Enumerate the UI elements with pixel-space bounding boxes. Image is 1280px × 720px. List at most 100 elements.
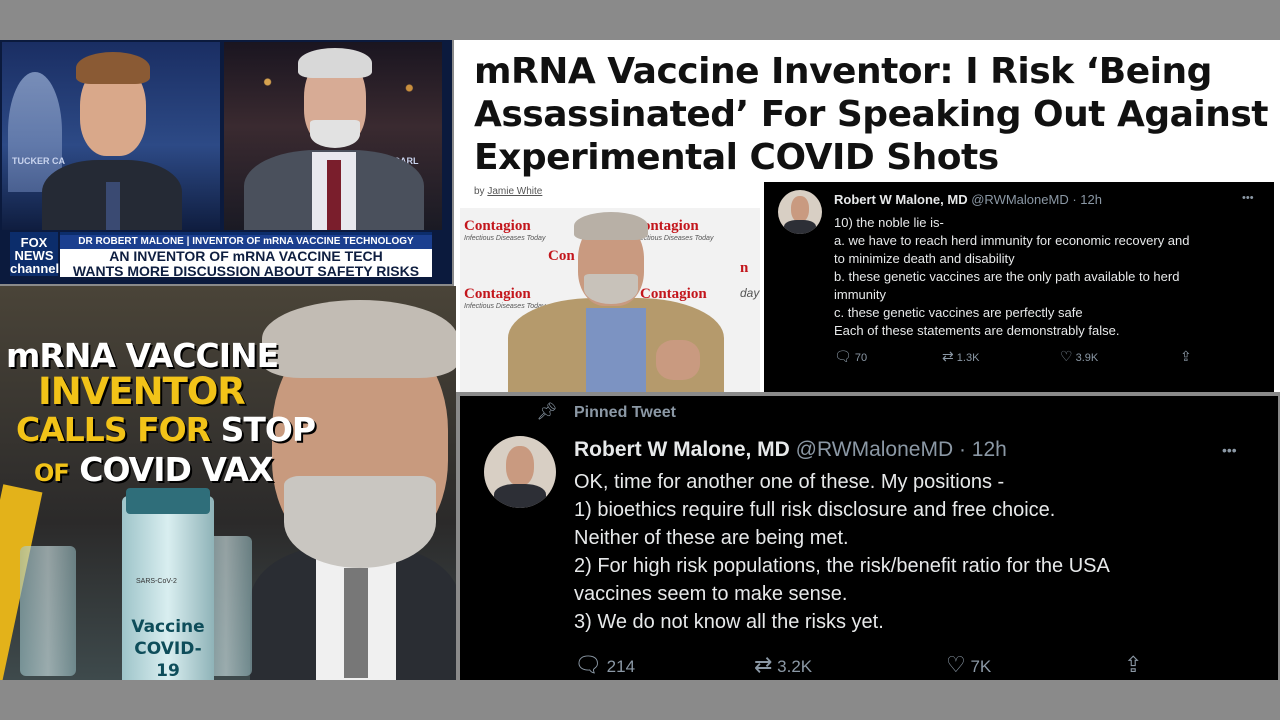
- avatar-body: [784, 220, 816, 234]
- lower-third-line-2: WANTS MORE DISCUSSION ABOUT SAFETY RISKS: [72, 263, 420, 279]
- tweet-large: 📌︎ Pinned Tweet Robert W Malone, MD @RWM…: [460, 396, 1278, 680]
- tweet-large-line: vaccines seem to make sense.: [574, 583, 848, 605]
- tweet-large-line: 1) bioethics require full risk disclosur…: [574, 499, 1056, 521]
- reply-count: 70: [854, 352, 868, 364]
- contagion-subtitle: Infectious Diseases Today: [464, 235, 546, 242]
- article-headline: mRNA Vaccine Inventor: I Risk ‘Being Ass…: [474, 50, 1280, 179]
- tweet-small-line: to minimize death and disability: [834, 251, 1015, 266]
- byline: by Jamie White: [474, 186, 542, 197]
- retweet-button[interactable]: ⇄ 3.2K: [754, 652, 812, 678]
- man-beard: [284, 476, 436, 568]
- avatar-face: [506, 446, 534, 486]
- headline-line-3: Experimental COVID Shots: [474, 137, 999, 178]
- like-icon: ♡: [946, 652, 966, 677]
- pin-icon: 📌︎: [536, 402, 558, 421]
- retweet-count: 1.3K: [956, 352, 980, 364]
- speaker-hand: [656, 340, 700, 380]
- avatar-body: [494, 484, 546, 508]
- tweet-small-author[interactable]: Robert W Malone, MD: [834, 192, 968, 207]
- tweet-large-line: 3) We do not know all the risks yet.: [574, 611, 884, 633]
- retweet-icon: ⇄: [754, 652, 773, 677]
- retweet-icon: ⇄: [942, 348, 954, 364]
- contagion-logo-1: Contagion Infectious Diseases Today: [464, 218, 545, 242]
- background-text: TUCKER CA: [12, 156, 65, 166]
- tweet-large-header: Robert W Malone, MD @RWMaloneMD · 12h: [574, 438, 1007, 462]
- like-button[interactable]: ♡ 3.9K: [1060, 348, 1098, 365]
- contagion-brand: Contagion: [464, 218, 531, 234]
- vial-bg-1: [20, 546, 76, 676]
- tweet-small-line: c. these genetic vaccines are perfectly …: [834, 305, 1083, 320]
- guest-hair: [298, 48, 372, 78]
- tweet-small-body: 10) the noble lie is- a. we have to reac…: [834, 214, 1264, 340]
- poster-line-3a: CALLS FOR: [16, 410, 211, 449]
- share-icon: ⇪: [1124, 652, 1143, 677]
- like-icon: ♡: [1060, 348, 1073, 364]
- vial-label-line-1: Vaccine: [131, 617, 205, 637]
- fox-news-logo-text: FOX NEWS channel: [10, 235, 60, 276]
- byline-prefix: by: [474, 186, 485, 197]
- vial-label-line-2: COVID-19: [134, 639, 202, 680]
- tweet-small-handle[interactable]: @RWMaloneMD: [971, 192, 1068, 207]
- headline-line-2: Assassinated’ For Speaking Out Against: [474, 94, 1269, 135]
- contagion-brand: Contagion: [464, 286, 531, 302]
- byline-author-link[interactable]: Jamie White: [487, 186, 542, 197]
- host-video-frame: TUCKER CA: [2, 42, 220, 230]
- retweet-count: 3.2K: [777, 657, 813, 676]
- tweet-large-line: OK, time for another one of these. My po…: [574, 471, 1005, 493]
- share-button[interactable]: ⇪: [1180, 348, 1192, 365]
- reply-button[interactable]: 🗨︎ 214: [574, 652, 635, 678]
- speaker-shirt: [586, 308, 646, 392]
- vial-label: Vaccine COVID-19: [126, 616, 210, 680]
- tweet-large-author[interactable]: Robert W Malone, MD: [574, 438, 790, 461]
- tweet-large-body: OK, time for another one of these. My po…: [574, 468, 1264, 636]
- like-button[interactable]: ♡ 7K: [946, 652, 991, 678]
- avatar-face: [791, 196, 809, 222]
- speaker-beard: [584, 274, 638, 304]
- tweet-small-time[interactable]: · 12h: [1072, 192, 1102, 207]
- host-hair: [76, 52, 150, 84]
- tweet-small-line: Each of these statements are demonstrabl…: [834, 323, 1120, 338]
- like-count: 3.9K: [1075, 352, 1099, 364]
- poster-line-3b: STOP: [220, 410, 317, 449]
- tweet-small-line: 10) the noble lie is-: [834, 215, 944, 230]
- share-button[interactable]: ⇪: [1124, 652, 1142, 678]
- reply-count: 214: [606, 657, 636, 676]
- tweet-large-avatar[interactable]: [484, 436, 556, 508]
- contagion-panel: Contagion Infectious Diseases Today Con …: [460, 208, 760, 392]
- tweet-large-line: Neither of these are being met.: [574, 527, 849, 549]
- pinned-label: Pinned Tweet: [574, 404, 676, 421]
- lower-third: DR ROBERT MALONE | INVENTOR OF mRNA VACC…: [60, 232, 432, 279]
- tweet-large-handle[interactable]: @RWMaloneMD: [796, 438, 953, 461]
- share-icon: ⇪: [1180, 348, 1192, 364]
- poster-line-4: OF COVID VAX: [34, 450, 274, 489]
- vial-main: SARS-CoV-2 Vaccine COVID-19: [122, 488, 214, 680]
- guest-video-frame: KER CARL: [224, 42, 442, 230]
- tweet-small-line: a. we have to reach herd immunity for ec…: [834, 233, 1190, 248]
- tweet-small-line: immunity: [834, 287, 887, 302]
- poster-line-4b: COVID VAX: [79, 450, 273, 489]
- man-tie: [344, 568, 368, 678]
- like-count: 7K: [970, 657, 992, 676]
- more-icon[interactable]: •••: [1222, 442, 1237, 458]
- man-hair: [262, 300, 456, 378]
- host-tie: [106, 182, 120, 230]
- fox-news-panel: TUCKER CA KER CARL FOX NEWS channel DR R…: [0, 40, 452, 284]
- poster-panel: SARS-CoV-2 Vaccine COVID-19 mRNA VACCINE…: [0, 286, 456, 680]
- tweet-small-avatar[interactable]: [778, 190, 822, 234]
- contagion-partial-1: Con: [548, 248, 575, 264]
- tweet-small-line: b. these genetic vaccines are the only p…: [834, 269, 1180, 284]
- contagion-logo-3: Contagion Infectious Diseases Today: [464, 286, 545, 310]
- speaker-hair: [574, 212, 648, 240]
- reply-icon: 🗨: [834, 348, 852, 364]
- retweet-button[interactable]: ⇄ 1.3K: [942, 348, 979, 365]
- more-icon[interactable]: •••: [1242, 192, 1254, 204]
- lower-third-line-1: AN INVENTOR OF mRNA VACCINE TECH: [109, 248, 383, 264]
- reply-icon: 🗨︎: [574, 652, 602, 677]
- vial-label-small: SARS-CoV-2: [136, 578, 177, 585]
- poster-line-2: INVENTOR: [38, 370, 246, 413]
- poster-line-3: CALLS FOR STOP: [16, 410, 317, 449]
- vial-cap: [126, 488, 210, 514]
- contagion-partial-2: n: [740, 260, 749, 276]
- reply-button[interactable]: 🗨 70: [834, 348, 867, 365]
- tweet-large-time[interactable]: · 12h: [959, 438, 1007, 461]
